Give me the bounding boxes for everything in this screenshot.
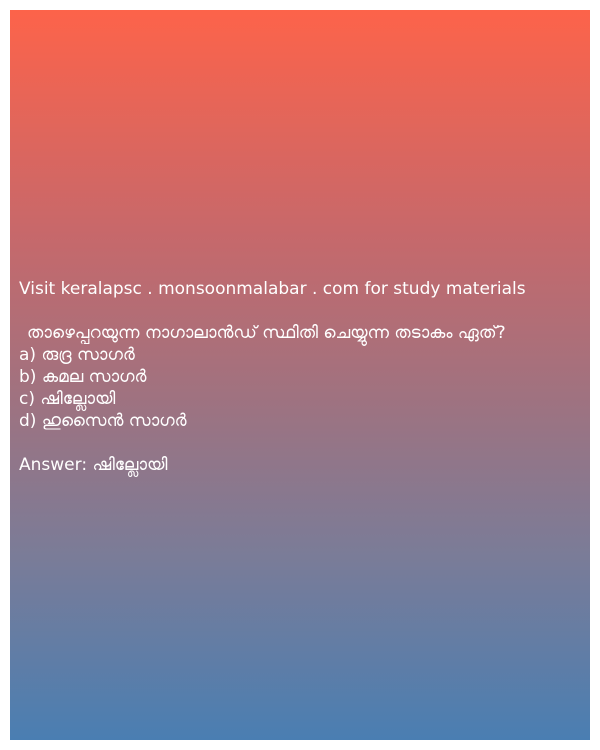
answer-text: Answer: ഷില്ലോയി	[19, 455, 168, 475]
quiz-card: Visit keralapsc . monsoonmalabar . com f…	[10, 10, 590, 740]
question-text: താഴെപ്പറയുന്ന നാഗാലാൻഡ് സ്ഥിതി ചെയ്യുന്ന…	[27, 323, 506, 343]
visit-text: Visit keralapsc . monsoonmalabar . com f…	[19, 279, 526, 299]
option-a: a) രുദ്ര സാഗർ	[19, 345, 135, 365]
quiz-content: Visit keralapsc . monsoonmalabar . com f…	[19, 278, 584, 476]
option-b: b) കമല സാഗർ	[19, 367, 147, 387]
option-c: c) ഷില്ലോയി	[19, 389, 116, 409]
option-d: d) ഹുസൈൻ സാഗർ	[19, 411, 187, 431]
